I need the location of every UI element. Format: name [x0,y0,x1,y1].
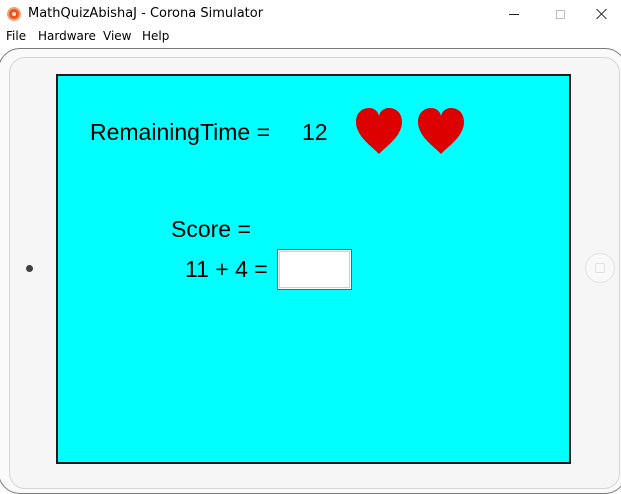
game-screen[interactable]: RemainingTime = 12 Score = 11 + 4 = [56,74,571,464]
menu-help[interactable]: Help [142,29,169,43]
answer-input[interactable] [277,249,352,290]
minimize-button[interactable] [491,0,537,28]
close-button[interactable] [583,0,621,28]
camera-icon [26,265,33,272]
close-icon [596,8,608,20]
menu-bar: File Hardware View Help [0,28,621,46]
home-button[interactable] [585,253,615,283]
corona-simulator-icon [7,7,21,21]
score-label: Score = [171,216,251,242]
remaining-time-value: 12 [302,119,328,145]
home-icon [595,263,605,273]
question-text: 11 + 4 = [185,256,268,282]
remaining-time-label: RemainingTime = [90,119,271,145]
menu-file[interactable]: File [6,29,26,43]
window-title: MathQuizAbishaJ - Corona Simulator [28,6,264,21]
heart-icon [418,108,464,154]
heart-icon [356,108,402,154]
maximize-button[interactable] [537,0,583,28]
menu-hardware[interactable]: Hardware [38,29,96,43]
minimize-icon [509,13,519,15]
menu-view[interactable]: View [103,29,131,43]
title-bar[interactable]: MathQuizAbishaJ - Corona Simulator [0,0,621,28]
maximize-icon [555,9,565,19]
